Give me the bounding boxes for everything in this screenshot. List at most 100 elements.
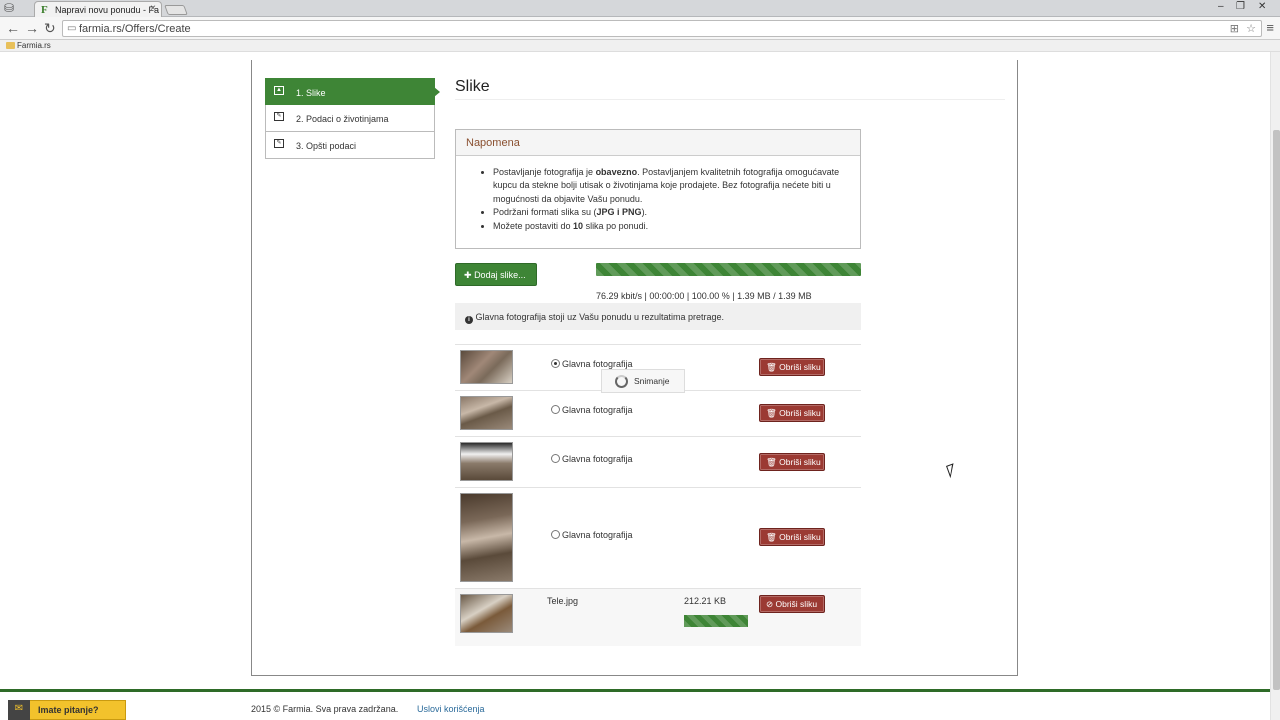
- main-photo-radio[interactable]: Glavna fotografija: [551, 454, 633, 464]
- step-label: 1. Slike: [296, 88, 326, 98]
- image-icon: ▲: [274, 86, 284, 95]
- copyright-text: 2015 © Farmia. Sva prava zadržana.: [251, 704, 399, 714]
- delete-label: Obriši sliku: [779, 532, 821, 542]
- trash-icon: 🗑: [766, 532, 777, 542]
- page-footer: 2015 © Farmia. Sva prava zadržana. Uslov…: [0, 692, 1270, 720]
- step-label: 3. Opšti podaci: [296, 141, 357, 151]
- note-list: Postavljanje fotografija je obavezno. Po…: [493, 166, 848, 233]
- delete-photo-button[interactable]: 🗑 Obriši sliku: [759, 404, 825, 422]
- photo-thumbnail: [460, 594, 513, 633]
- delete-label: Obriši sliku: [779, 457, 821, 467]
- wizard-steps: ▲ 1. Slike ✎ 2. Podaci o životinjama ✎ 3…: [265, 78, 440, 159]
- folder-icon: [6, 42, 15, 49]
- photo-thumbnail: [460, 493, 513, 582]
- favicon-icon: F: [41, 4, 48, 16]
- trash-icon: 🗑: [766, 362, 777, 372]
- radio-label: Glavna fotografija: [562, 359, 633, 369]
- address-bar[interactable]: ▭ farmia.rs/Offers/Create ⊞ ☆: [62, 20, 1262, 37]
- file-name: Tele.jpg: [547, 596, 579, 606]
- saving-indicator: Snimanje: [601, 369, 685, 393]
- url-text: farmia.rs/Offers/Create: [79, 23, 191, 35]
- radio-label: Glavna fotografija: [562, 530, 633, 540]
- trash-icon: 🗑: [766, 457, 777, 467]
- bookmark-item[interactable]: Farmia.rs: [6, 41, 51, 50]
- note-item: Možete postaviti do 10 slika po ponudi.: [493, 220, 848, 233]
- title-divider: [455, 99, 1005, 100]
- photo-thumbnail: [460, 442, 513, 481]
- add-images-button[interactable]: ✚ Dodaj slike...: [455, 263, 537, 286]
- forward-icon[interactable]: →: [25, 20, 39, 36]
- step-opsti-podaci[interactable]: ✎ 3. Opšti podaci: [265, 132, 435, 159]
- delete-photo-button[interactable]: 🗑 Obriši sliku: [759, 453, 825, 471]
- ask-question-label: Imate pitanje?: [38, 705, 99, 715]
- note-title: Napomena: [456, 130, 860, 156]
- cancel-upload-button[interactable]: ⊘ Obriši sliku: [759, 595, 825, 613]
- step-slike[interactable]: ▲ 1. Slike: [265, 78, 440, 105]
- translate-icon[interactable]: ⊞: [1230, 22, 1239, 35]
- radio-button[interactable]: [551, 359, 560, 368]
- back-icon[interactable]: ←: [6, 20, 20, 36]
- step-podaci-o-zivotinjama[interactable]: ✎ 2. Podaci o životinjama: [265, 105, 435, 132]
- photo-row: Glavna fotografija 🗑 Obriši sliku: [455, 487, 861, 588]
- plus-icon: ✚: [464, 270, 472, 280]
- minimize-icon[interactable]: –: [1218, 1, 1224, 12]
- radio-button[interactable]: [551, 405, 560, 414]
- edit-icon: ✎: [274, 139, 284, 148]
- new-tab-button[interactable]: [164, 5, 188, 15]
- edit-icon: ✎: [274, 112, 284, 121]
- note-panel: Napomena Postavljanje fotografija je oba…: [455, 129, 861, 249]
- trash-icon: 🗑: [766, 408, 777, 418]
- main-photo-radio[interactable]: Glavna fotografija: [551, 405, 633, 415]
- step-label: 2. Podaci o životinjama: [296, 114, 389, 124]
- bookmark-star-icon[interactable]: ☆: [1246, 22, 1256, 35]
- window-close-icon[interactable]: ✕: [1258, 1, 1266, 12]
- delete-photo-button[interactable]: 🗑 Obriši sliku: [759, 358, 825, 376]
- terms-link[interactable]: Uslovi korišćenja: [417, 704, 485, 714]
- browser-tab[interactable]: F Napravi novu ponudu - Fa ×: [34, 1, 162, 17]
- page-title: Slike: [455, 78, 490, 95]
- main-photo-radio[interactable]: Glavna fotografija: [551, 359, 633, 369]
- delete-label: Obriši sliku: [779, 408, 821, 418]
- pending-upload-row: Tele.jpg 212.21 KB ⊘ Obriši sliku: [455, 588, 861, 646]
- photo-row: Glavna fotografija 🗑 Obriši sliku: [455, 436, 861, 487]
- file-progress-bar: [684, 615, 748, 627]
- tab-title: Napravi novu ponudu - Fa: [55, 5, 160, 15]
- scrollbar-thumb[interactable]: [1273, 130, 1280, 690]
- browser-menu-icon[interactable]: ≡: [1266, 20, 1274, 35]
- maximize-icon[interactable]: ❐: [1236, 1, 1245, 12]
- delete-label: Obriši sliku: [775, 599, 818, 609]
- note-text: Možete postaviti do: [493, 220, 574, 231]
- tab-close-icon[interactable]: ×: [150, 3, 156, 14]
- radio-label: Glavna fotografija: [562, 454, 633, 464]
- photo-thumbnail: [460, 350, 513, 384]
- radio-button[interactable]: [551, 454, 560, 463]
- note-item: Postavljanje fotografija je obavezno. Po…: [493, 166, 848, 206]
- note-text: ).: [641, 207, 648, 218]
- file-size: 212.21 KB: [684, 596, 727, 606]
- delete-photo-button[interactable]: 🗑 Obriši sliku: [759, 528, 825, 546]
- note-text: Postavljanje fotografija je: [493, 167, 596, 177]
- photo-row: Glavna fotografija 🗑 Obriši sliku: [455, 390, 861, 436]
- reload-icon[interactable]: ↻: [44, 20, 56, 37]
- radio-button[interactable]: [551, 530, 560, 539]
- note-text: slika po ponudi.: [583, 220, 649, 231]
- note-item: Podržani formati slika su (JPG i PNG).: [493, 206, 848, 219]
- main-photo-radio[interactable]: Glavna fotografija: [551, 530, 633, 540]
- cancel-icon: ⊘: [766, 599, 774, 609]
- note-emphasis: obavezno: [595, 167, 638, 177]
- upload-progress-bar: [596, 263, 861, 276]
- info-icon: i: [465, 316, 473, 324]
- photo-thumbnail: [460, 396, 513, 430]
- note-emphasis: 10: [573, 220, 584, 231]
- browser-profile-icon[interactable]: ⛁: [4, 1, 26, 16]
- note-emphasis: JPG i PNG: [596, 207, 642, 218]
- bookmark-label: Farmia.rs: [17, 41, 51, 50]
- spinner-icon: [615, 375, 628, 388]
- info-text: Glavna fotografija stoji uz Vašu ponudu …: [475, 312, 724, 322]
- page-icon: ▭: [67, 23, 77, 34]
- info-message: i Glavna fotografija stoji uz Vašu ponud…: [455, 303, 861, 330]
- page-scrollbar[interactable]: [1270, 52, 1280, 720]
- note-text: Podržani formati slika su (: [493, 207, 597, 218]
- ask-question-button[interactable]: ✉ Imate pitanje?: [8, 700, 126, 720]
- saving-label: Snimanje: [634, 376, 670, 386]
